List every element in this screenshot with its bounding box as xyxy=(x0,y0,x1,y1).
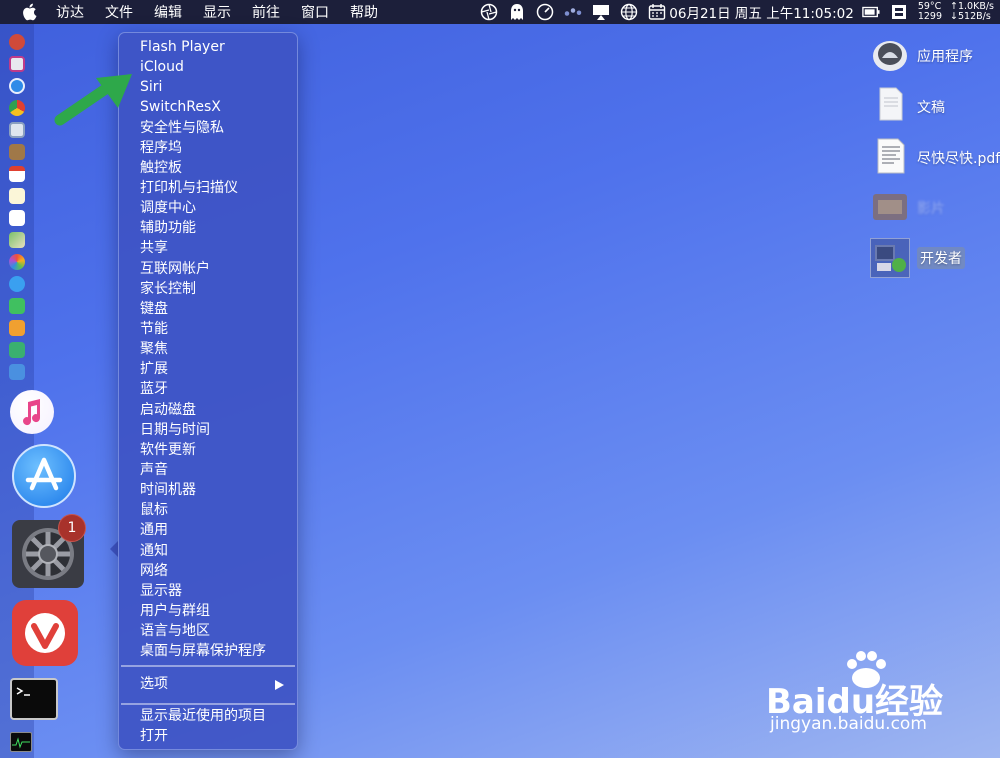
pdf-file-icon[interactable] xyxy=(872,138,908,174)
desktop-icon-label: 尽快尽快.pdf xyxy=(917,151,1000,167)
menu-help[interactable]: 帮助 xyxy=(350,2,378,22)
ghost-icon[interactable] xyxy=(508,3,526,21)
menu-finder[interactable]: 访达 xyxy=(56,2,84,22)
menu-item-parental-controls[interactable]: 家长控制 xyxy=(119,279,297,299)
menu-item-icloud[interactable]: iCloud xyxy=(119,57,297,77)
globe-icon[interactable] xyxy=(620,3,638,21)
menu-go[interactable]: 前往 xyxy=(252,2,280,22)
app-store-icon[interactable] xyxy=(12,444,76,508)
menu-item-language-region[interactable]: 语言与地区 xyxy=(119,621,297,641)
menu-item-mission-control[interactable]: 调度中心 xyxy=(119,198,297,218)
network-speed-readout[interactable]: ↑1.0KB/s ↓512B/s xyxy=(950,2,994,22)
safari-icon[interactable] xyxy=(9,78,25,94)
annotation-arrow-icon xyxy=(54,74,132,126)
desktop-icon-label-selected: 开发者 xyxy=(917,247,965,269)
menu-item-desktop-screensaver[interactable]: 桌面与屏幕保护程序 xyxy=(119,641,297,661)
numbers-icon[interactable] xyxy=(9,342,25,358)
menu-item-sound[interactable]: 声音 xyxy=(119,460,297,480)
aperture-icon[interactable] xyxy=(480,3,498,21)
menu-item-sharing[interactable]: 共享 xyxy=(119,238,297,258)
maps-icon[interactable] xyxy=(9,232,25,248)
menu-item-dock[interactable]: 程序坞 xyxy=(119,138,297,158)
status-area: 06月21日 周五 上午11:05:02 59°C 1299 ↑1.0KB/s … xyxy=(480,0,1000,24)
notes-icon[interactable] xyxy=(9,188,25,204)
menu-item-date-time[interactable]: 日期与时间 xyxy=(119,420,297,440)
watermark-url: jingyan.baidu.com xyxy=(770,714,927,734)
menu-item-accessibility[interactable]: 辅助功能 xyxy=(119,218,297,238)
menu-view[interactable]: 显示 xyxy=(203,2,231,22)
desktop-icon-label: 应用程序 xyxy=(917,49,973,65)
reminders-icon[interactable] xyxy=(9,210,25,226)
messages-icon[interactable] xyxy=(9,276,25,292)
menu-item-network[interactable]: 网络 xyxy=(119,561,297,581)
menu-item-security-privacy[interactable]: 安全性与隐私 xyxy=(119,118,297,138)
menu-item-flash-player[interactable]: Flash Player xyxy=(119,37,297,57)
dots-icon[interactable] xyxy=(564,3,582,21)
menu-item-spotlight[interactable]: 聚焦 xyxy=(119,339,297,359)
movies-folder-icon[interactable] xyxy=(872,188,908,224)
menu-item-trackpad[interactable]: 触控板 xyxy=(119,158,297,178)
menu-item-extensions[interactable]: 扩展 xyxy=(119,359,297,379)
terminal-icon[interactable] xyxy=(10,678,58,720)
desktop-icon-label: 影片 xyxy=(917,201,945,217)
chrome-icon[interactable] xyxy=(9,100,25,116)
download-speed: ↓512B/s xyxy=(950,11,991,22)
temp-cpu-readout[interactable]: 59°C 1299 xyxy=(918,2,942,22)
applications-folder-icon[interactable] xyxy=(872,36,908,72)
keynote-icon[interactable] xyxy=(9,364,25,380)
menu-separator xyxy=(121,703,295,705)
menu-item-show-recents[interactable]: 显示最近使用的项目 xyxy=(119,706,297,726)
menu-item-mouse[interactable]: 鼠标 xyxy=(119,500,297,520)
submenu-arrow-icon xyxy=(275,680,284,690)
desktop-icon-label: 文稿 xyxy=(917,100,945,116)
itunes-icon[interactable] xyxy=(10,390,54,434)
menu-item-options[interactable]: 选项 xyxy=(119,674,297,694)
date-time-clock[interactable]: 06月21日 周五 上午11:05:02 xyxy=(669,2,854,22)
menu-item-startup-disk[interactable]: 启动磁盘 xyxy=(119,400,297,420)
menu-item-siri[interactable]: Siri xyxy=(119,77,297,97)
calendar-app-icon[interactable] xyxy=(9,166,25,182)
facetime-icon[interactable] xyxy=(9,298,25,314)
context-menu: Flash Player iCloud Siri SwitchResX 安全性与… xyxy=(118,32,298,750)
preview-icon[interactable] xyxy=(9,122,25,138)
clock-gauge-icon[interactable] xyxy=(536,3,554,21)
menu-bar: 访达 文件 编辑 显示 前往 窗口 帮助 06月21日 周五 上午11:05:0… xyxy=(0,0,1000,24)
menu-item-general[interactable]: 通用 xyxy=(119,520,297,540)
dock-app-icon[interactable] xyxy=(9,56,25,72)
menu-window[interactable]: 窗口 xyxy=(301,2,329,22)
cpu-value: 1299 xyxy=(917,11,943,22)
pages-icon[interactable] xyxy=(9,320,25,336)
menu-item-displays[interactable]: 显示器 xyxy=(119,581,297,601)
notification-badge: 1 xyxy=(58,514,86,542)
photos-icon[interactable] xyxy=(9,254,25,270)
baidu-watermark: Baidu经验 jingyan.baidu.com xyxy=(766,650,946,740)
menu-item-open[interactable]: 打开 xyxy=(119,726,297,746)
menu-file[interactable]: 文件 xyxy=(105,2,133,22)
menu-item-bluetooth[interactable]: 蓝牙 xyxy=(119,379,297,399)
options-label: 选项 xyxy=(140,676,168,692)
menu-item-keyboard[interactable]: 键盘 xyxy=(119,299,297,319)
menu-item-time-machine[interactable]: 时间机器 xyxy=(119,480,297,500)
preference-pane-list: Flash Player iCloud Siri SwitchResX 安全性与… xyxy=(119,37,297,661)
documents-folder-icon[interactable] xyxy=(872,86,908,122)
menu-item-internet-accounts[interactable]: 互联网帐户 xyxy=(119,259,297,279)
airplay-icon[interactable] xyxy=(592,3,610,21)
vivaldi-icon[interactable] xyxy=(12,600,78,666)
developer-folder-icon[interactable] xyxy=(870,238,910,278)
dock-app-icon[interactable] xyxy=(9,34,25,50)
menu-item-software-update[interactable]: 软件更新 xyxy=(119,440,297,460)
menu-item-printers-scanners[interactable]: 打印机与扫描仪 xyxy=(119,178,297,198)
apple-logo-icon[interactable] xyxy=(20,3,38,21)
menu-item-users-groups[interactable]: 用户与群组 xyxy=(119,601,297,621)
window-layout-icon[interactable] xyxy=(890,3,908,21)
menu-separator xyxy=(121,665,295,667)
menu-edit[interactable]: 编辑 xyxy=(154,2,182,22)
menu-item-energy-saver[interactable]: 节能 xyxy=(119,319,297,339)
activity-monitor-icon[interactable] xyxy=(10,732,32,752)
battery-icon[interactable] xyxy=(862,3,880,21)
calendar-icon[interactable] xyxy=(648,3,666,21)
notes-brown-icon[interactable] xyxy=(9,144,25,160)
menu-item-switchresx[interactable]: SwitchResX xyxy=(119,97,297,117)
menu-item-notifications[interactable]: 通知 xyxy=(119,541,297,561)
